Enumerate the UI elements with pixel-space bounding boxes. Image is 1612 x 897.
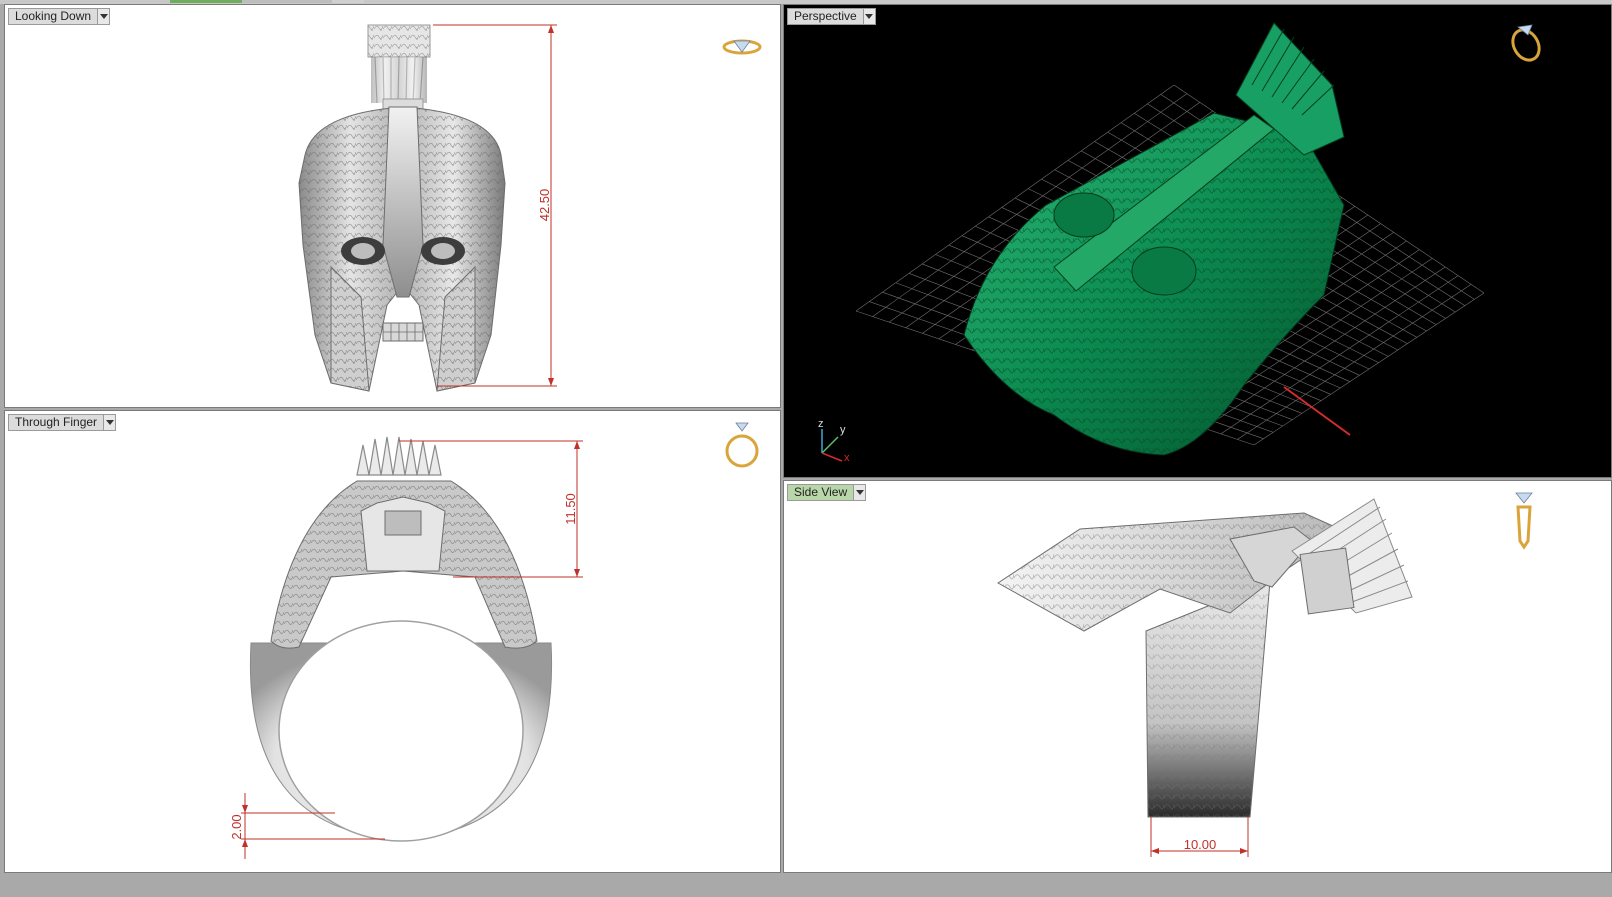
- helmet-body: [298, 106, 506, 392]
- axis-z-label: z: [818, 418, 824, 430]
- helmet-crest: [367, 24, 431, 114]
- chevron-down-icon[interactable]: [104, 414, 117, 431]
- ring-view-icon[interactable]: [722, 39, 762, 55]
- chevron-down-icon[interactable]: [98, 8, 111, 25]
- tab-indicator: [242, 0, 332, 3]
- viewport-tab-side-view[interactable]: Side View: [787, 484, 867, 501]
- looking-down-scene[interactable]: 42.50: [5, 5, 781, 408]
- axis-y-label: y: [840, 424, 846, 436]
- axis-x-label: x: [844, 452, 850, 464]
- viewport-label[interactable]: Side View: [787, 484, 855, 501]
- active-tab-indicator: [170, 0, 242, 3]
- ring-front-view-icon[interactable]: [725, 422, 759, 468]
- through-finger-scene[interactable]: 11.50 2.00: [5, 411, 781, 873]
- dimension-10-00: 10.00: [1150, 817, 1249, 857]
- dimension-label: 42.50: [537, 189, 552, 222]
- viewport-looking-down[interactable]: Looking Down 42.50: [4, 4, 781, 408]
- ring-model-side: [997, 498, 1413, 818]
- ring-perspective-view-icon[interactable]: [1508, 24, 1545, 65]
- viewport-label[interactable]: Looking Down: [8, 8, 99, 25]
- dimension-label: 10.00: [1184, 837, 1217, 852]
- tab-indicator: [332, 0, 364, 3]
- viewport-tab-through-finger[interactable]: Through Finger: [8, 414, 117, 431]
- viewport-tab-looking-down[interactable]: Looking Down: [8, 8, 111, 25]
- viewport-label[interactable]: Perspective: [787, 8, 864, 25]
- chevron-down-icon[interactable]: [854, 484, 867, 501]
- perspective-scene[interactable]: z y x: [784, 5, 1612, 478]
- viewport-perspective[interactable]: Perspective z y x: [783, 4, 1612, 478]
- side-view-scene[interactable]: 10.00: [784, 481, 1612, 873]
- viewport-side-view[interactable]: Side View 10.00: [783, 480, 1612, 873]
- grid-x-axis-line: [1283, 386, 1351, 436]
- dimension-label: 11.50: [563, 493, 578, 525]
- ring-side-view-icon[interactable]: [1515, 492, 1533, 550]
- viewport-tab-perspective[interactable]: Perspective: [787, 8, 876, 25]
- viewport-label[interactable]: Through Finger: [8, 414, 105, 431]
- chevron-down-icon[interactable]: [863, 8, 876, 25]
- axis-indicator: z y x: [818, 418, 850, 464]
- dimension-label: 2.00: [229, 814, 244, 839]
- ring-model-front: [249, 436, 553, 842]
- viewport-through-finger[interactable]: Through Finger 11.50 2.00: [4, 410, 781, 873]
